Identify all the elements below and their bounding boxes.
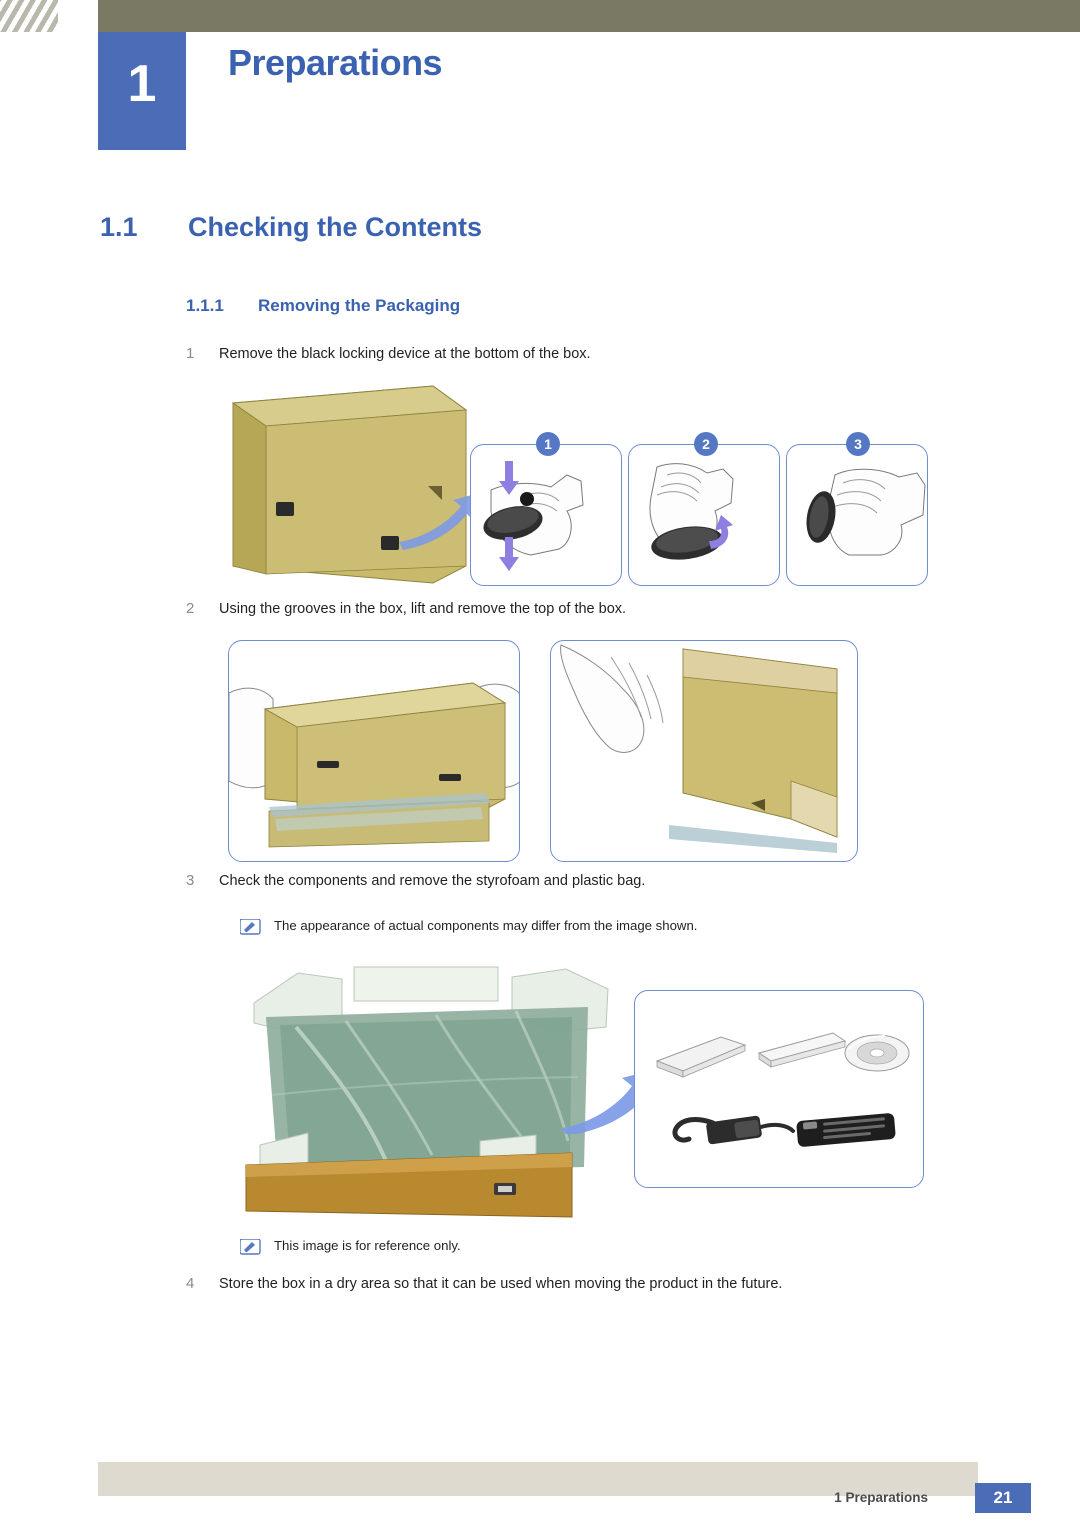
step-4-number: 4 [186,1275,195,1292]
section-title: Checking the Contents [188,212,483,242]
section-heading-1-1: 1.1 Checking the Contents [100,212,482,243]
step-1-text: Remove the black locking device at the b… [219,346,591,362]
step-1-number: 1 [186,345,195,362]
note-1: The appearance of actual components may … [240,918,698,935]
chapter-title: Preparations [228,42,443,83]
step-3: 3 Check the components and remove the st… [186,872,645,889]
step-4: 4 Store the box in a dry area so that it… [186,1275,782,1292]
figure-lock-remove-1 [470,444,622,586]
step-3-number: 3 [186,872,195,889]
step-2: 2 Using the grooves in the box, lift and… [186,600,626,617]
header-white-gap [58,0,98,32]
header-hatch-pattern [0,0,58,32]
figure-box-lift-left [228,640,520,862]
subsection-number: 1.1.1 [186,296,224,315]
note-2: This image is for reference only. [240,1238,461,1255]
figure-lock-remove-2 [628,444,780,586]
step-2-number: 2 [186,600,195,617]
figure-accessories [634,990,924,1188]
figure-badge-2: 2 [694,432,718,456]
note-1-text: The appearance of actual components may … [274,918,698,933]
note-pencil-icon-2 [240,1239,262,1255]
subsection-heading-1-1-1: 1.1.1 Removing the Packaging [186,296,460,316]
figure-badge-3: 3 [846,432,870,456]
subsection-title: Removing the Packaging [258,296,461,315]
step-4-text: Store the box in a dry area so that it c… [219,1276,783,1292]
note-pencil-icon [240,919,262,935]
figure-badge-1: 1 [536,432,560,456]
figure-lock-remove-3 [786,444,928,586]
footer-chapter-label: 1 Preparations [834,1490,928,1505]
header-band [0,0,1080,32]
step-2-text: Using the grooves in the box, lift and r… [219,601,627,617]
note-2-text: This image is for reference only. [274,1238,461,1253]
step-3-text: Check the components and remove the styr… [219,873,646,889]
footer-page-number: 21 [975,1483,1031,1513]
chapter-number-block: 1 [98,32,186,150]
figure-box-lift-right [550,640,858,862]
section-number: 1.1 [100,212,138,242]
step-1: 1 Remove the black locking device at the… [186,345,591,362]
